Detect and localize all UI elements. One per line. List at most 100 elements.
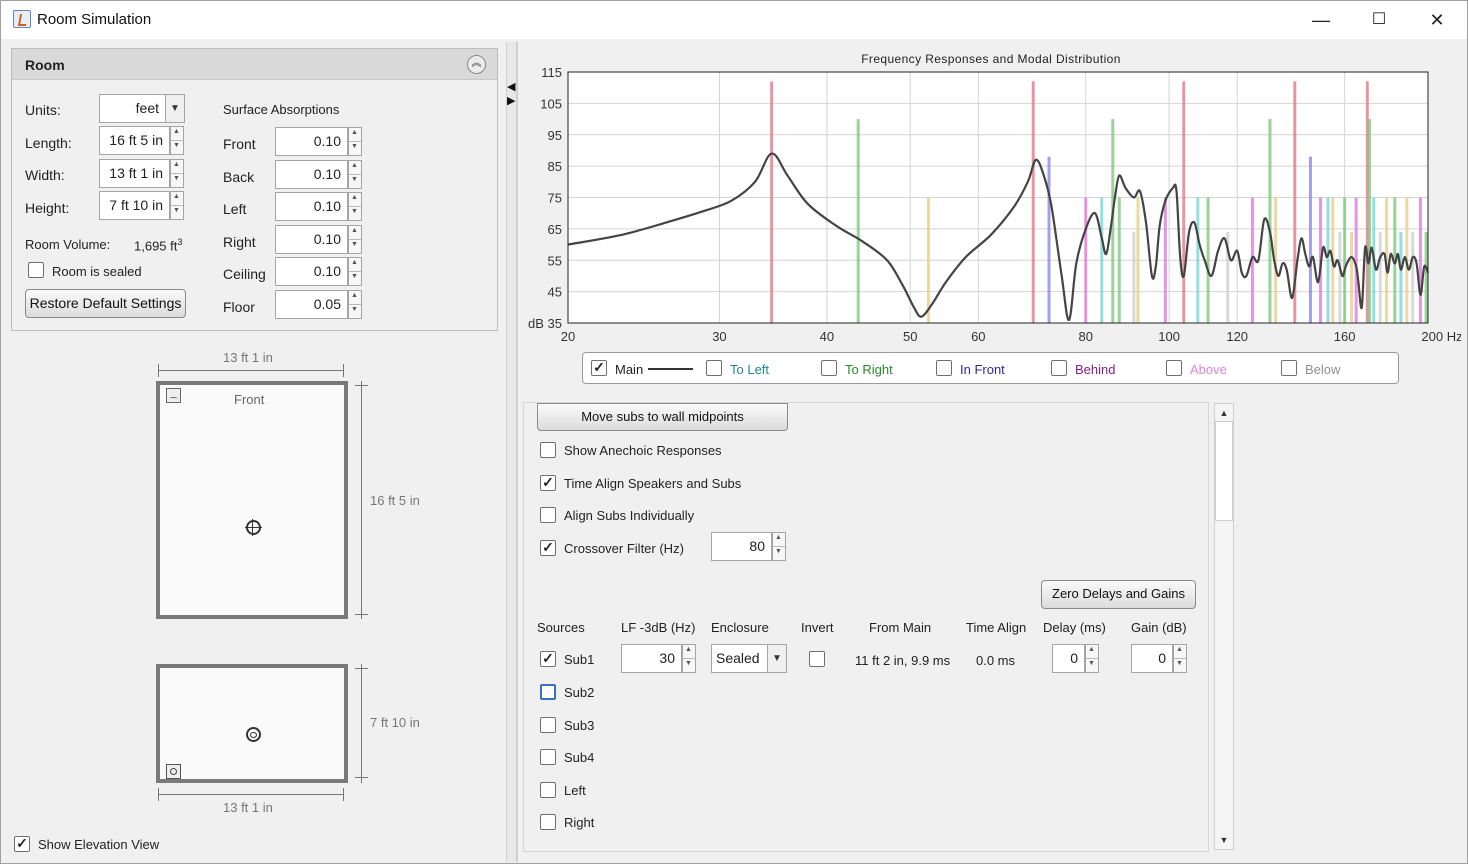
room-sealed-checkbox[interactable] bbox=[28, 262, 44, 278]
absorption-front-field[interactable]: 0.10 bbox=[275, 127, 348, 156]
absorption-ceiling-spinner[interactable] bbox=[348, 257, 362, 286]
absorption-left-spinner[interactable] bbox=[348, 192, 362, 221]
mode-bar bbox=[1399, 232, 1403, 323]
units-label: Units: bbox=[25, 102, 61, 118]
mode-bar bbox=[1338, 232, 1342, 323]
absorption-back-spinner[interactable] bbox=[348, 159, 362, 189]
mode-bar bbox=[1424, 232, 1428, 323]
room-elevation-view[interactable] bbox=[156, 664, 348, 783]
option-checkbox[interactable] bbox=[540, 507, 556, 523]
mode-bar bbox=[1268, 119, 1272, 323]
plan-width-dimension-line bbox=[158, 370, 344, 371]
absorption-back-field[interactable]: 0.10 bbox=[275, 159, 348, 189]
source-sub4-checkbox[interactable] bbox=[540, 749, 556, 765]
source-sub2-checkbox[interactable] bbox=[540, 684, 556, 700]
option-checkbox[interactable] bbox=[540, 442, 556, 458]
height-spinner[interactable] bbox=[170, 191, 184, 220]
absorption-ceiling-field[interactable]: 0.10 bbox=[275, 257, 348, 286]
dimension-tick bbox=[355, 668, 368, 669]
elevation-height-dimension-line bbox=[361, 664, 362, 783]
sub1-lf-spinner[interactable] bbox=[682, 644, 696, 673]
room-volume-label: Room Volume: bbox=[25, 237, 111, 252]
legend-above-checkbox[interactable] bbox=[1166, 360, 1182, 376]
zero-delays-gains-button[interactable]: Zero Delays and Gains bbox=[1041, 580, 1196, 609]
maximize-button[interactable]: ☐ bbox=[1351, 1, 1407, 39]
sub1-delay-spinner[interactable] bbox=[1085, 644, 1099, 673]
crossover-frequency-field[interactable]: 80 bbox=[711, 532, 772, 561]
panel-splitter[interactable]: ◀ ▶ bbox=[506, 42, 518, 862]
mode-bar bbox=[926, 197, 930, 323]
room-panel-header[interactable]: Room ︽ bbox=[12, 49, 497, 80]
sources-column-header: LF -3dB (Hz) bbox=[621, 620, 696, 635]
source-label: Left bbox=[564, 782, 586, 798]
absorption-left-field[interactable]: 0.10 bbox=[275, 192, 348, 221]
listener-head-icon[interactable] bbox=[246, 727, 261, 742]
scroll-up-icon[interactable]: ▲ bbox=[1215, 404, 1233, 422]
legend-label: Behind bbox=[1075, 362, 1116, 377]
elevation-height-dimension: 7 ft 10 in bbox=[370, 715, 420, 730]
collapse-icon[interactable]: ︽ bbox=[467, 55, 486, 74]
main-speaker-icon[interactable] bbox=[166, 388, 181, 403]
source-label: Sub3 bbox=[564, 717, 595, 733]
sub1-enclosure-select[interactable]: Sealed bbox=[711, 644, 768, 673]
legend-below-checkbox[interactable] bbox=[1281, 360, 1297, 376]
y-tick-label: 65 bbox=[548, 222, 562, 237]
option-checkbox[interactable] bbox=[540, 539, 556, 556]
source-label: Right bbox=[564, 815, 595, 830]
scroll-down-icon[interactable]: ▼ bbox=[1215, 831, 1233, 849]
absorption-label: Left bbox=[223, 201, 247, 217]
option-checkbox[interactable] bbox=[540, 474, 556, 491]
source-right-checkbox[interactable] bbox=[540, 814, 556, 830]
scrollbar-thumb[interactable] bbox=[1215, 421, 1233, 521]
source-left-checkbox[interactable] bbox=[540, 781, 556, 798]
absorption-right-spinner[interactable] bbox=[348, 224, 362, 254]
width-field[interactable]: 13 ft 1 in bbox=[99, 159, 170, 188]
chevron-down-icon[interactable]: ▼ bbox=[165, 94, 185, 123]
mode-bar bbox=[1031, 81, 1035, 323]
splitter-arrows-icon[interactable]: ◀ ▶ bbox=[507, 80, 515, 108]
surface-absorptions-title: Surface Absorptions bbox=[223, 102, 340, 117]
legend-main-checkbox[interactable] bbox=[591, 360, 607, 376]
units-select[interactable]: feet bbox=[99, 94, 166, 123]
absorption-front-spinner[interactable] bbox=[348, 127, 362, 156]
length-field[interactable]: 16 ft 5 in bbox=[99, 126, 170, 155]
restore-defaults-button[interactable]: Restore Default Settings bbox=[25, 289, 186, 318]
room-plan-view[interactable]: Front bbox=[156, 381, 348, 619]
absorption-floor-spinner[interactable] bbox=[348, 289, 362, 319]
absorption-floor-field[interactable]: 0.05 bbox=[275, 289, 348, 319]
absorption-label: Back bbox=[223, 168, 255, 185]
sub1-invert-checkbox[interactable] bbox=[809, 651, 825, 667]
sub1-lf-field[interactable]: 30 bbox=[621, 644, 682, 673]
room-sealed-label: Room is sealed bbox=[52, 264, 142, 279]
source-sub3-checkbox[interactable] bbox=[540, 716, 556, 733]
source-label: Sub2 bbox=[564, 685, 595, 700]
y-tick-label: 55 bbox=[548, 253, 562, 268]
absorption-right-field[interactable]: 0.10 bbox=[275, 224, 348, 254]
mode-bar bbox=[1418, 197, 1422, 323]
sub1-gain-spinner[interactable] bbox=[1173, 644, 1187, 673]
show-elevation-checkbox[interactable] bbox=[14, 836, 30, 852]
height-field[interactable]: 7 ft 10 in bbox=[99, 191, 170, 220]
move-subs-button[interactable]: Move subs to wall midpoints bbox=[537, 403, 788, 431]
length-spinner[interactable] bbox=[170, 126, 184, 155]
y-tick-label: dB 35 bbox=[528, 316, 562, 331]
mode-bar bbox=[1084, 197, 1088, 323]
sub1-checkbox[interactable] bbox=[540, 651, 556, 667]
x-tick-label: 20 bbox=[561, 329, 575, 344]
legend-to-left-checkbox[interactable] bbox=[706, 360, 722, 376]
width-spinner[interactable] bbox=[170, 159, 184, 188]
crossover-spinner[interactable] bbox=[772, 532, 786, 561]
sources-column-header: Sources bbox=[537, 620, 585, 635]
sub1-delay-field[interactable]: 0 bbox=[1052, 644, 1085, 673]
close-button[interactable]: ✕ bbox=[1409, 1, 1465, 39]
minimize-button[interactable]: — bbox=[1293, 1, 1349, 39]
subwoofer-icon[interactable] bbox=[166, 764, 181, 779]
sub1-gain-field[interactable]: 0 bbox=[1131, 644, 1173, 673]
legend-to-right-checkbox[interactable] bbox=[821, 360, 837, 376]
listener-position-icon[interactable] bbox=[245, 519, 262, 536]
chevron-down-icon[interactable]: ▼ bbox=[767, 644, 787, 673]
y-tick-label: 115 bbox=[541, 65, 562, 80]
legend-in-front-checkbox[interactable] bbox=[936, 360, 952, 376]
legend-behind-checkbox[interactable] bbox=[1051, 360, 1067, 376]
room-simulation-window: Room Simulation — ☐ ✕ Room ︽ Units: feet… bbox=[0, 0, 1468, 864]
